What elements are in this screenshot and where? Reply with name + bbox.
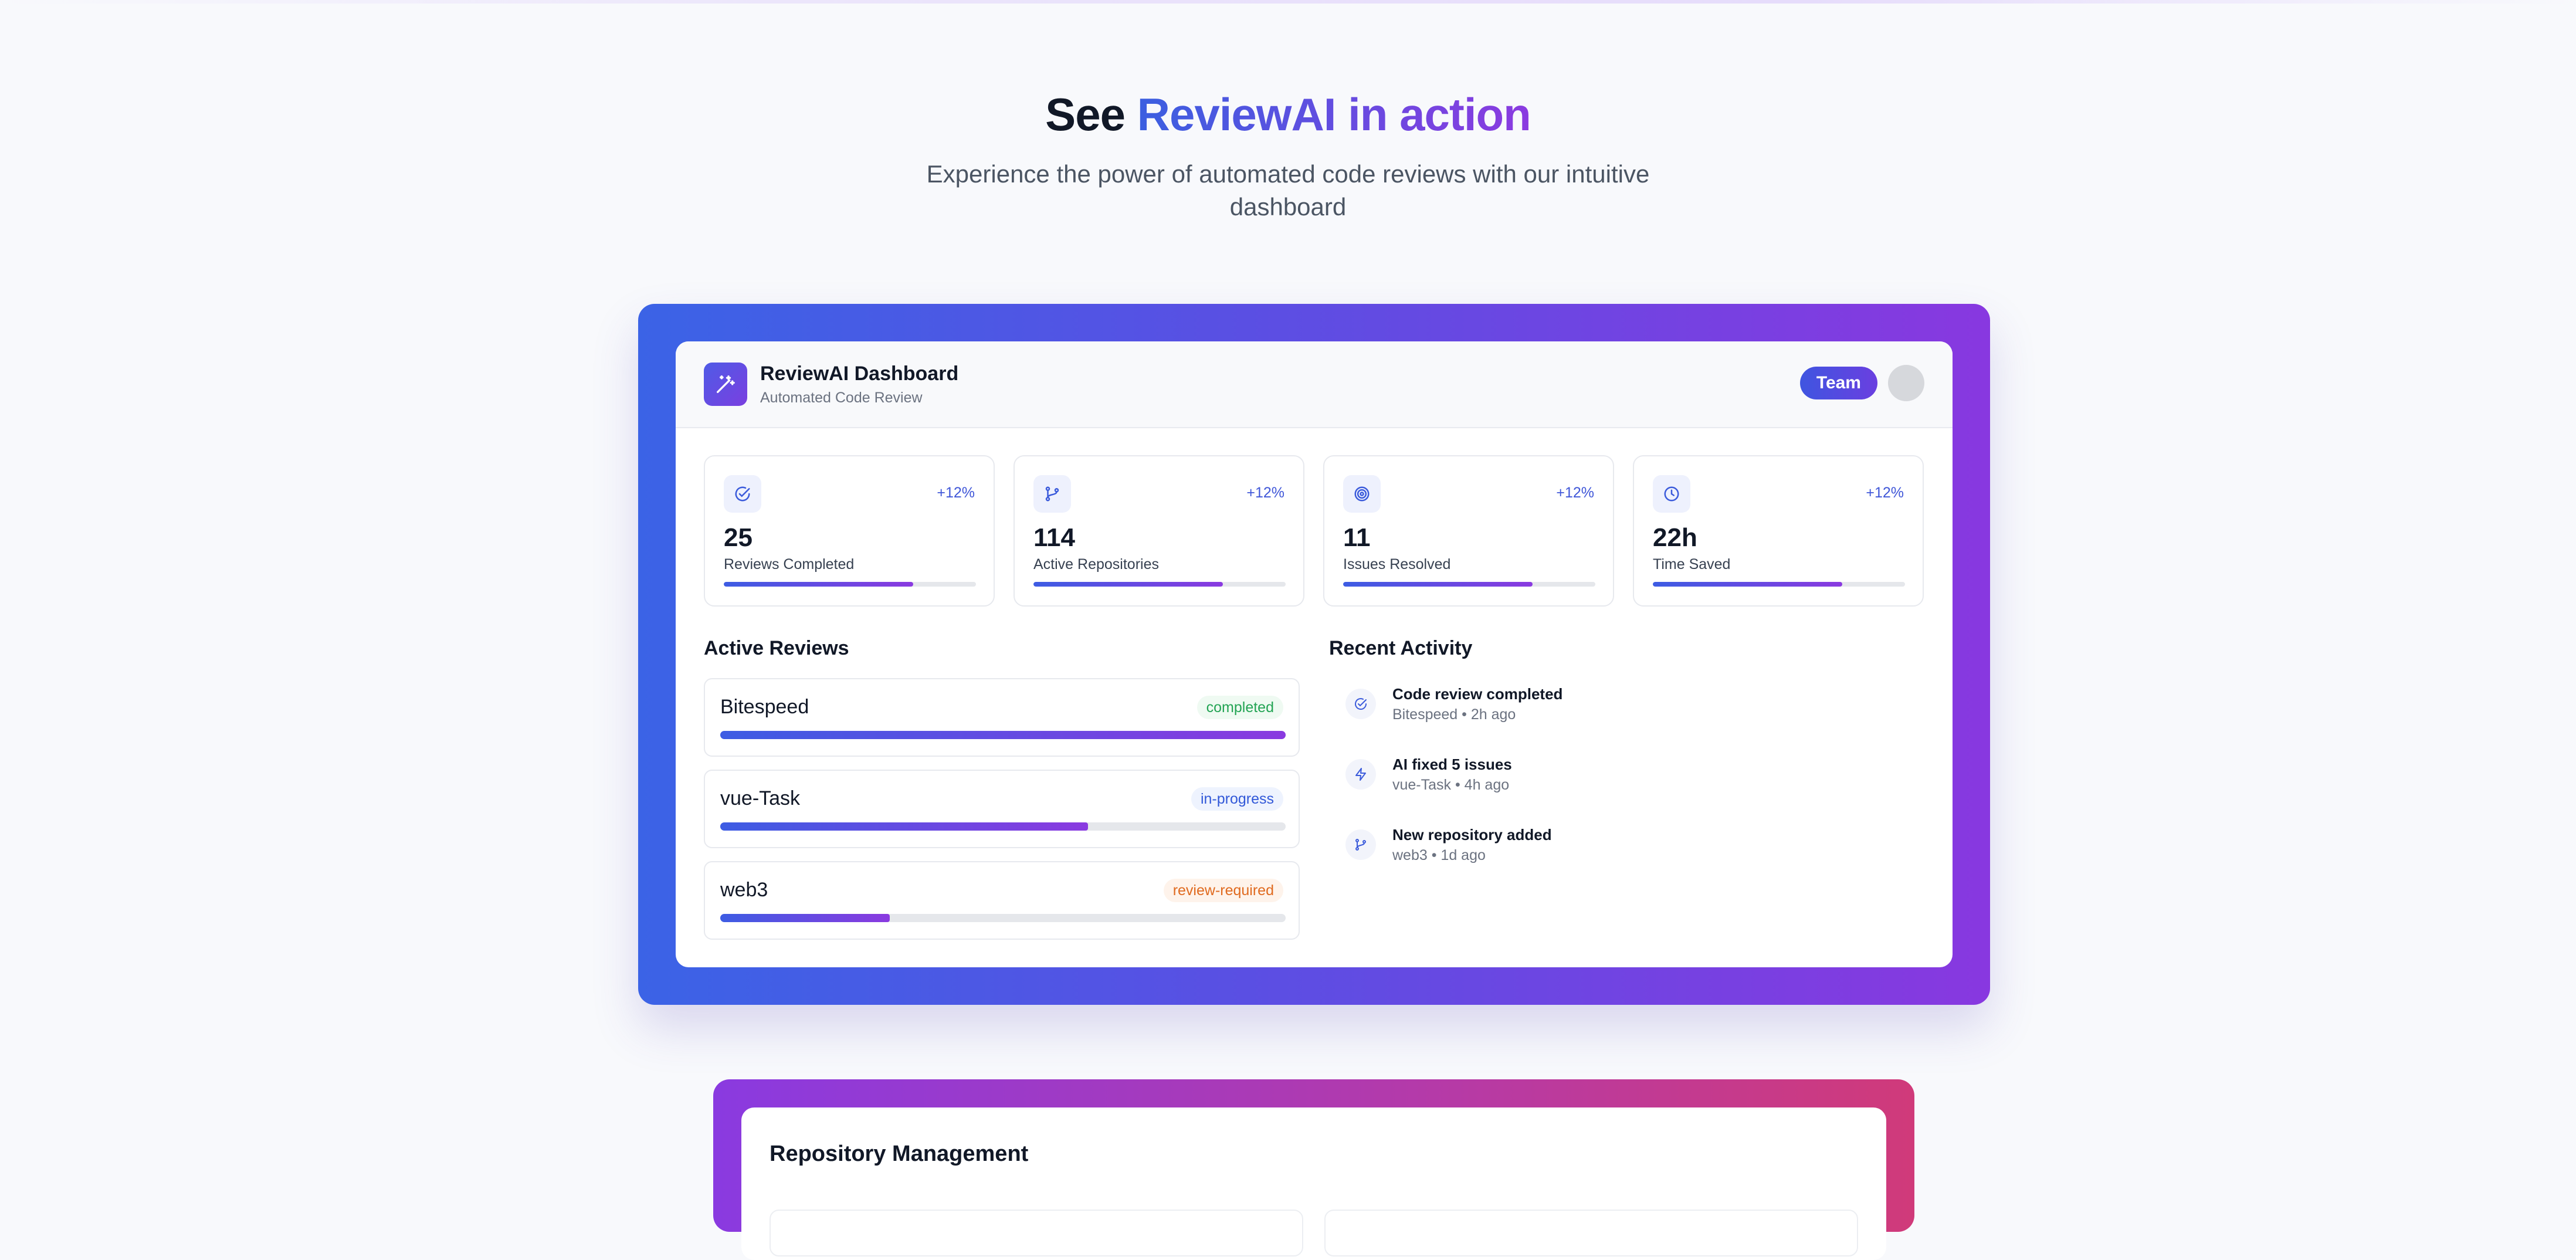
stat-label: Issues Resolved xyxy=(1343,556,1451,573)
stat-value: 114 xyxy=(1033,523,1075,552)
activity-item: Code review completed Bitespeed • 2h ago xyxy=(1345,683,1873,730)
magic-wand-icon xyxy=(704,363,747,406)
stat-value: 25 xyxy=(724,523,753,552)
avatar[interactable] xyxy=(1888,365,1924,401)
activity-title: New repository added xyxy=(1392,826,1552,844)
active-reviews-title: Active Reviews xyxy=(704,637,849,659)
review-item-bitespeed[interactable]: Bitespeed completed xyxy=(704,678,1300,757)
review-item-web3[interactable]: web3 review-required xyxy=(704,861,1300,940)
repository-management-title: Repository Management xyxy=(770,1142,1029,1166)
dashboard-card: ReviewAI Dashboard Automated Code Review… xyxy=(676,341,1953,967)
review-progress-fill xyxy=(720,822,1088,831)
hero-title-prefix: See xyxy=(1045,89,1137,140)
stat-label: Active Repositories xyxy=(1033,556,1159,573)
activity-title: Code review completed xyxy=(1392,685,1563,703)
stat-progress-fill xyxy=(1343,582,1533,587)
dashboard-title: ReviewAI Dashboard xyxy=(760,363,959,385)
stat-progress-fill xyxy=(1653,582,1842,587)
hero-title-accent: ReviewAI in action xyxy=(1137,89,1531,140)
stat-label: Reviews Completed xyxy=(724,556,855,573)
stat-delta: +12% xyxy=(937,485,975,501)
review-progress-fill xyxy=(720,731,1286,739)
review-name: Bitespeed xyxy=(720,696,809,718)
activity-meta: vue-Task • 4h ago xyxy=(1392,777,1510,793)
activity-item: AI fixed 5 issues vue-Task • 4h ago xyxy=(1345,753,1873,800)
status-badge: in-progress xyxy=(1191,787,1283,811)
review-name: web3 xyxy=(720,879,768,901)
repository-management-frame: Repository Management xyxy=(713,1079,1914,1260)
review-name: vue-Task xyxy=(720,787,801,809)
review-item-vue-task[interactable]: vue-Task in-progress xyxy=(704,770,1300,848)
activity-title: AI fixed 5 issues xyxy=(1392,756,1512,773)
hero-subtitle: Experience the power of automated code r… xyxy=(926,160,1650,221)
activity-meta: web3 • 1d ago xyxy=(1392,847,1486,863)
stat-progress-bar xyxy=(1653,582,1905,587)
review-progress-bar xyxy=(720,914,1286,922)
dashboard-header: ReviewAI Dashboard Automated Code Review… xyxy=(676,341,1953,428)
target-icon xyxy=(1343,475,1381,513)
clock-icon xyxy=(1653,475,1690,513)
lightning-icon xyxy=(1345,759,1376,790)
review-progress-fill xyxy=(720,914,890,922)
status-badge: review-required xyxy=(1163,879,1283,902)
stat-card-active-repositories: +12% 114 Active Repositories xyxy=(1014,455,1304,607)
status-badge: completed xyxy=(1197,696,1283,719)
stat-progress-fill xyxy=(1033,582,1223,587)
top-accent-line xyxy=(0,0,2576,4)
stat-card-reviews-completed: +12% 25 Reviews Completed xyxy=(704,455,995,607)
git-branch-icon xyxy=(1345,829,1376,860)
stat-delta: +12% xyxy=(1246,485,1284,501)
git-branch-icon xyxy=(1033,475,1071,513)
repository-management-card: Repository Management xyxy=(741,1107,1886,1260)
dashboard-preview-frame: ReviewAI Dashboard Automated Code Review… xyxy=(638,304,1990,1005)
stat-card-issues-resolved: +12% 11 Issues Resolved xyxy=(1323,455,1614,607)
hero-section: See ReviewAI in action Experience the po… xyxy=(0,88,2576,223)
repository-panel-right xyxy=(1324,1210,1858,1256)
stat-delta: +12% xyxy=(1866,485,1904,501)
check-circle-icon xyxy=(724,475,761,513)
stat-value: 22h xyxy=(1653,523,1697,552)
stat-card-time-saved: +12% 22h Time Saved xyxy=(1633,455,1924,607)
stat-label: Time Saved xyxy=(1653,556,1731,573)
stat-progress-bar xyxy=(1343,582,1595,587)
stat-progress-bar xyxy=(724,582,976,587)
repository-panel-left xyxy=(770,1210,1303,1256)
stat-value: 11 xyxy=(1343,523,1371,552)
recent-activity-title: Recent Activity xyxy=(1329,637,1473,659)
activity-meta: Bitespeed • 2h ago xyxy=(1392,706,1516,723)
check-circle-icon xyxy=(1345,689,1376,719)
review-progress-bar xyxy=(720,822,1286,831)
review-progress-bar xyxy=(720,731,1286,739)
team-button[interactable]: Team xyxy=(1799,367,1877,399)
stat-progress-fill xyxy=(724,582,913,587)
stat-progress-bar xyxy=(1033,582,1286,587)
activity-item: New repository added web3 • 1d ago xyxy=(1345,824,1873,871)
hero-title: See ReviewAI in action xyxy=(0,88,2576,141)
stat-delta: +12% xyxy=(1556,485,1594,501)
dashboard-subtitle: Automated Code Review xyxy=(760,389,923,406)
